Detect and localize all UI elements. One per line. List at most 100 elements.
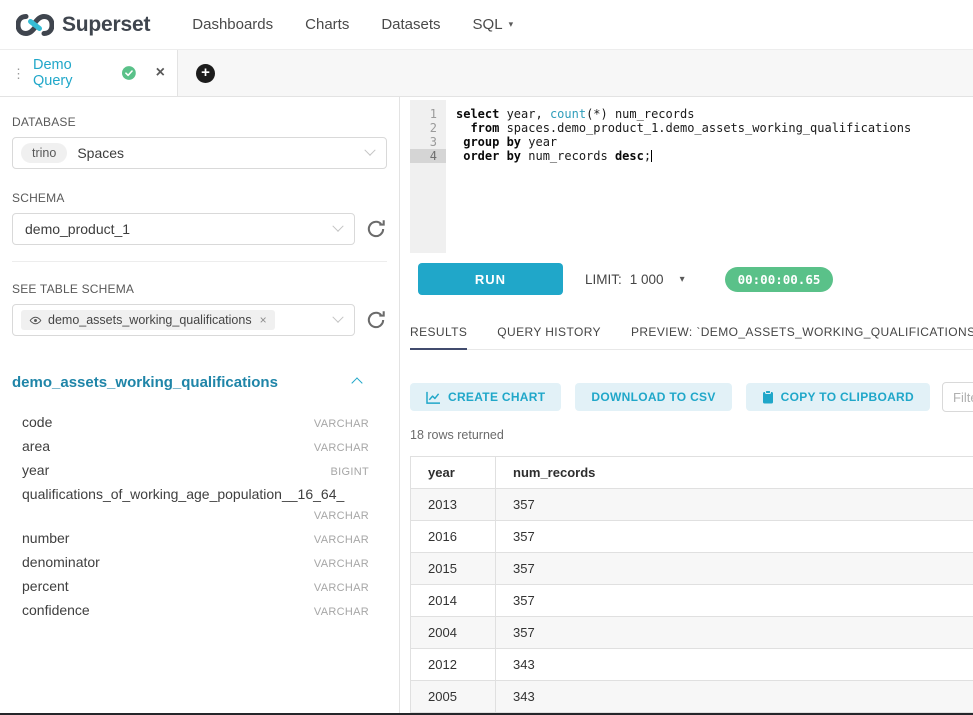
table-row: 2013357	[411, 489, 973, 521]
chevron-down-icon	[332, 221, 343, 232]
brand-name: Superset	[62, 13, 150, 37]
table-cell: 2012	[411, 649, 496, 681]
sidebar-divider	[12, 261, 387, 262]
column-name: percent	[22, 575, 69, 597]
table-row: 2004357	[411, 617, 973, 649]
chart-line-icon	[426, 391, 441, 404]
table-columns-list: codeVARCHARareaVARCHARyearBIGINTqualific…	[12, 411, 387, 623]
column-row-percent: percentVARCHAR	[22, 575, 369, 599]
table-row: 2005343	[411, 681, 973, 713]
top-navbar: Superset Dashboards Charts Datasets SQL▾	[0, 0, 973, 50]
column-type: VARCHAR	[314, 413, 369, 435]
table-cell: 2013	[411, 489, 496, 521]
table-row: 2012343	[411, 649, 973, 681]
schema-select[interactable]: demo_product_1	[12, 213, 355, 245]
add-tab-button[interactable]: +	[196, 64, 215, 83]
column-name: confidence	[22, 599, 90, 621]
table-chip[interactable]: demo_assets_working_qualifications ×	[21, 310, 275, 330]
column-type: VARCHAR	[314, 505, 369, 527]
filter-results-input[interactable]	[942, 382, 973, 412]
column-type: VARCHAR	[314, 529, 369, 551]
remove-table-icon[interactable]: ×	[260, 313, 267, 327]
column-row-area: area VARCHAR	[22, 435, 369, 459]
results-tab-bar: RESULTS QUERY HISTORY PREVIEW: `DEMO_ASSET…	[410, 325, 973, 350]
limit-label: LIMIT:	[585, 272, 622, 287]
column-type: VARCHAR	[314, 437, 369, 459]
caret-down-icon: ▾	[509, 19, 514, 30]
query-tab-demo-query[interactable]: ⋮ Demo Query ×	[0, 50, 178, 96]
limit-dropdown[interactable]: LIMIT: 1 000 ▾	[585, 272, 685, 287]
column-row-denominator: denominatorVARCHAR	[22, 551, 369, 575]
column-name: area	[22, 435, 50, 457]
query-tab-label[interactable]: Demo Query	[33, 57, 114, 89]
table-cell: 357	[496, 585, 973, 617]
column-type: BIGINT	[331, 461, 369, 483]
table-cell: 2015	[411, 553, 496, 585]
column-header-num_records[interactable]: num_records	[496, 457, 973, 489]
nav-item-dashboards[interactable]: Dashboards	[192, 16, 273, 33]
table-row: 2016357	[411, 521, 973, 553]
table-schema-heading: demo_assets_working_qualifications	[12, 374, 278, 391]
refresh-table-icon[interactable]	[365, 309, 387, 331]
column-type: VARCHAR	[314, 553, 369, 575]
sql-editor[interactable]: 1234 select year, count(*) num_records f…	[410, 100, 973, 253]
see-table-schema-label: SEE TABLE SCHEMA	[12, 282, 387, 296]
table-cell: 2014	[411, 585, 496, 617]
close-tab-icon[interactable]: ×	[156, 64, 165, 82]
table-cell: 2005	[411, 681, 496, 713]
refresh-schema-icon[interactable]	[365, 218, 387, 240]
database-select-value: Spaces	[77, 145, 124, 161]
database-select[interactable]: trino Spaces	[12, 137, 387, 169]
table-cell: 343	[496, 649, 973, 681]
caret-down-icon: ▾	[680, 274, 685, 285]
rows-returned-text: 18 rows returned	[410, 428, 973, 442]
results-tab-preview-demo-assets-working-qualifications[interactable]: PREVIEW: `DEMO_ASSETS_WORKING_QUALIFICAT…	[631, 325, 973, 349]
results-table-header-row: yearnum_records	[411, 457, 973, 489]
editor-code-area[interactable]: select year, count(*) num_records from s…	[446, 100, 973, 253]
drag-handle-icon[interactable]: ⋮	[12, 67, 25, 80]
run-button[interactable]: RUN	[418, 263, 563, 295]
results-tab-query-history[interactable]: QUERY HISTORY	[497, 325, 601, 349]
table-row: 2015357	[411, 553, 973, 585]
superset-infinity-icon	[16, 12, 54, 38]
table-chip-label: demo_assets_working_qualifications	[48, 313, 252, 327]
text-cursor	[651, 150, 652, 162]
chevron-down-icon	[364, 145, 375, 156]
table-cell: 357	[496, 553, 973, 585]
create-chart-button[interactable]: CREATE CHART	[410, 383, 561, 411]
limit-value: 1 000	[630, 272, 664, 287]
code-line-2[interactable]: from spaces.demo_product_1.demo_assets_w…	[456, 121, 973, 135]
copy-to-clipboard-button[interactable]: COPY TO CLIPBOARD	[746, 383, 930, 411]
table-cell: 343	[496, 681, 973, 713]
code-line-3[interactable]: group by year	[456, 135, 973, 149]
download-to-csv-button[interactable]: DOWNLOAD TO CSV	[575, 383, 731, 411]
sqllab-left-sidebar: DATABASE trino Spaces SCHEMA demo_produc…	[0, 97, 400, 715]
chevron-down-icon	[332, 312, 343, 323]
column-row-year: year BIGINT	[22, 459, 369, 483]
success-check-icon	[122, 66, 136, 80]
code-line-1[interactable]: select year, count(*) num_records	[456, 107, 973, 121]
results-actions-row: CREATE CHART DOWNLOAD TO CSV COPY TO CLIPB…	[410, 382, 973, 412]
table-cell: 357	[496, 521, 973, 553]
column-name: code	[22, 411, 52, 433]
table-select[interactable]: demo_assets_working_qualifications ×	[12, 304, 355, 336]
query-tab-strip: ⋮ Demo Query × +	[0, 50, 973, 97]
nav-item-charts[interactable]: Charts	[305, 16, 349, 33]
schema-select-value: demo_product_1	[25, 221, 130, 237]
column-row-number: numberVARCHAR	[22, 527, 369, 551]
database-label: DATABASE	[12, 115, 387, 129]
clipboard-icon	[762, 390, 774, 404]
editor-line-gutter: 1234	[410, 100, 446, 253]
column-name: year	[22, 459, 49, 481]
table-cell: 2004	[411, 617, 496, 649]
code-line-4[interactable]: order by num_records desc;	[456, 149, 973, 163]
superset-logo[interactable]: Superset	[16, 12, 150, 38]
column-row-code: code VARCHAR	[22, 411, 369, 435]
column-row-confidence: confidenceVARCHAR	[22, 599, 369, 623]
database-engine-badge: trino	[21, 143, 67, 163]
nav-item-datasets[interactable]: Datasets	[381, 16, 440, 33]
results-tab-results[interactable]: RESULTS	[410, 325, 467, 350]
column-header-year[interactable]: year	[411, 457, 496, 489]
nav-item-sql[interactable]: SQL▾	[473, 16, 514, 33]
collapse-chevron-up-icon[interactable]	[351, 377, 362, 388]
